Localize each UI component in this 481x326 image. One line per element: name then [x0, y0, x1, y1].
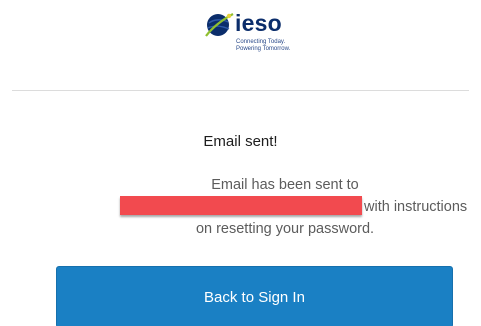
redacted-email	[120, 196, 362, 215]
password-reset-page: ieso Connecting Today. Powering Tomorrow…	[0, 0, 481, 326]
message-line-2-suffix: with instructions	[364, 199, 468, 215]
confirmation-message: Email has been sent to with instructions…	[120, 174, 467, 240]
ieso-logo: ieso Connecting Today. Powering Tomorrow…	[204, 10, 314, 60]
back-to-sign-in-button[interactable]: Back to Sign In	[56, 266, 453, 326]
globe-logo-icon	[205, 13, 234, 37]
message-line-2: with instructions	[120, 196, 467, 218]
logo-tagline-line2: Powering Tomorrow.	[236, 46, 291, 52]
logo-wordmark: ieso	[235, 10, 282, 36]
message-line-3: on resetting your password.	[195, 221, 375, 237]
message-line-1: Email has been sent to	[211, 177, 359, 193]
header-divider	[12, 90, 469, 91]
page-title: Email sent!	[203, 133, 278, 150]
logo-tagline-line1: Connecting Today.	[236, 39, 286, 45]
